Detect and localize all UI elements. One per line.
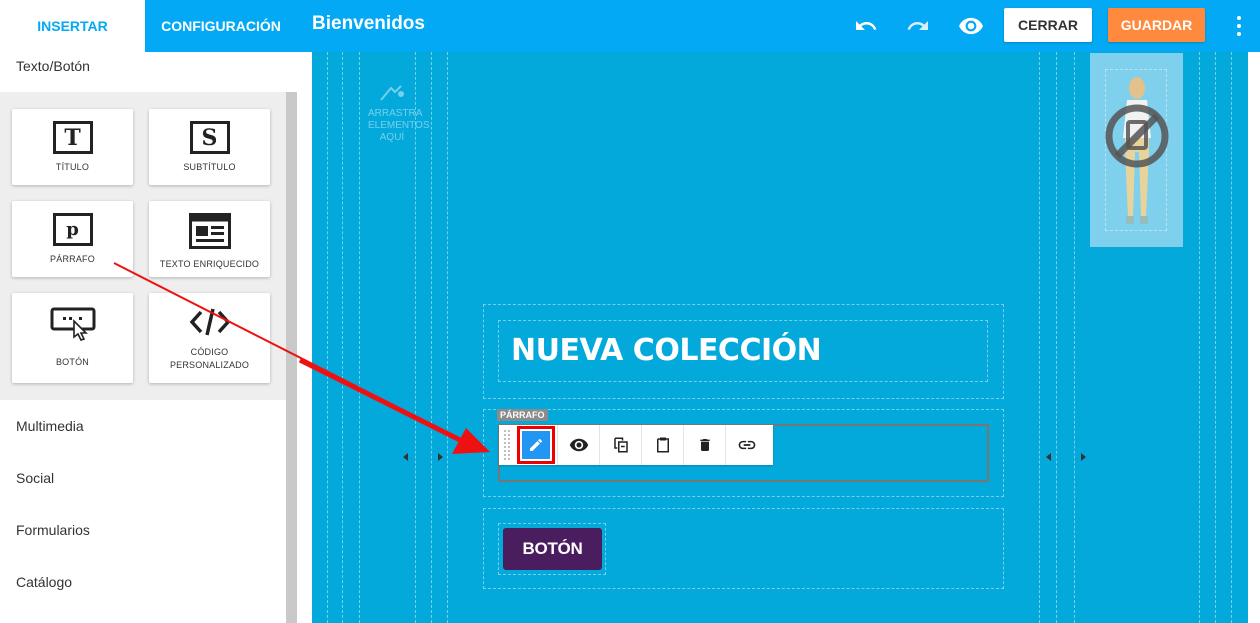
- guide-line: [1039, 52, 1040, 623]
- preview-eye-icon[interactable]: [557, 425, 599, 465]
- widget-label: SUBTÍTULO: [183, 162, 236, 172]
- widget-texto-enriquecido[interactable]: TEXTO ENRIQUECIDO: [149, 201, 270, 277]
- widget-boton[interactable]: BOTÓN: [12, 293, 133, 383]
- pencil-icon: [522, 431, 550, 459]
- section-formularios[interactable]: Formularios: [16, 522, 90, 538]
- widget-label: BOTÓN: [55, 357, 89, 367]
- guide-line: [327, 52, 328, 623]
- widget-label: PÁRRAFO: [50, 254, 95, 264]
- section-social[interactable]: Social: [16, 470, 54, 486]
- section-texto-boton[interactable]: Texto/Botón: [16, 58, 90, 74]
- widget-label: TEXTO ENRIQUECIDO: [159, 259, 260, 269]
- button-pointer-icon: [50, 307, 96, 346]
- widget-codigo-personalizado[interactable]: CÓDIGO PERSONALIZADO: [149, 293, 270, 383]
- widget-label: CÓDIGO PERSONALIZADO: [169, 347, 250, 370]
- no-image-icon: [1103, 102, 1171, 170]
- preview-eye-icon[interactable]: [957, 12, 985, 40]
- clipboard-icon[interactable]: [641, 425, 683, 465]
- column-resize-right-icon[interactable]: [438, 453, 443, 461]
- guide-line: [1215, 52, 1216, 623]
- guide-line: [359, 52, 360, 623]
- paragraph-tag: PÁRRAFO: [497, 409, 548, 421]
- guide-line: [431, 52, 432, 623]
- canvas-button[interactable]: BOTÓN: [503, 528, 602, 570]
- sidebar: Texto/Botón T TÍTULO S SUBTÍTULO p PÁRRA…: [0, 52, 297, 623]
- guide-line: [1074, 52, 1075, 623]
- widget-parrafo[interactable]: p PÁRRAFO: [12, 201, 133, 277]
- section-catalogo[interactable]: Catálogo: [16, 574, 72, 590]
- page-title: Bienvenidos: [312, 13, 425, 34]
- paragraph-p-icon: p: [52, 213, 93, 246]
- guide-line: [342, 52, 343, 623]
- delete-trash-icon[interactable]: [683, 425, 725, 465]
- guide-line: [1231, 52, 1232, 623]
- drag-handle-icon[interactable]: [499, 425, 515, 465]
- column-resize-left-icon[interactable]: [1046, 453, 1051, 461]
- sidebar-scrollbar[interactable]: [286, 92, 297, 623]
- tab-configuracion[interactable]: CONFIGURACIÓN: [145, 0, 297, 52]
- drop-zone-hint: ARRASTRA ELEMENTOS AQUÍ: [368, 82, 430, 144]
- rich-text-icon: [188, 213, 231, 254]
- close-button[interactable]: CERRAR: [1004, 8, 1092, 42]
- redo-icon[interactable]: [904, 12, 932, 40]
- top-bar: INSERTAR CONFIGURACIÓN Bienvenidos CERRA…: [0, 0, 1260, 52]
- duplicate-icon[interactable]: [599, 425, 641, 465]
- section-multimedia[interactable]: Multimedia: [16, 418, 84, 434]
- subtitle-s-icon: S: [189, 121, 230, 154]
- column-resize-right-icon[interactable]: [1081, 453, 1086, 461]
- column-resize-left-icon[interactable]: [403, 453, 408, 461]
- undo-icon[interactable]: [852, 12, 880, 40]
- widget-titulo[interactable]: T TÍTULO: [12, 109, 133, 185]
- heading-text[interactable]: NUEVA COLECCIÓN: [511, 333, 822, 368]
- edit-button[interactable]: [515, 425, 557, 465]
- tab-insertar[interactable]: INSERTAR: [0, 0, 145, 52]
- widget-subtitulo[interactable]: S SUBTÍTULO: [149, 109, 270, 185]
- more-options-icon[interactable]: [1232, 14, 1246, 38]
- save-button[interactable]: GUARDAR: [1108, 8, 1205, 42]
- title-t-icon: T: [52, 121, 93, 154]
- guide-line: [1056, 52, 1057, 623]
- code-icon: [189, 307, 231, 342]
- element-toolbar: [499, 425, 773, 465]
- guide-line: [447, 52, 448, 623]
- guide-line: [1199, 52, 1200, 623]
- widget-label: TÍTULO: [55, 162, 90, 172]
- link-icon[interactable]: [725, 425, 767, 465]
